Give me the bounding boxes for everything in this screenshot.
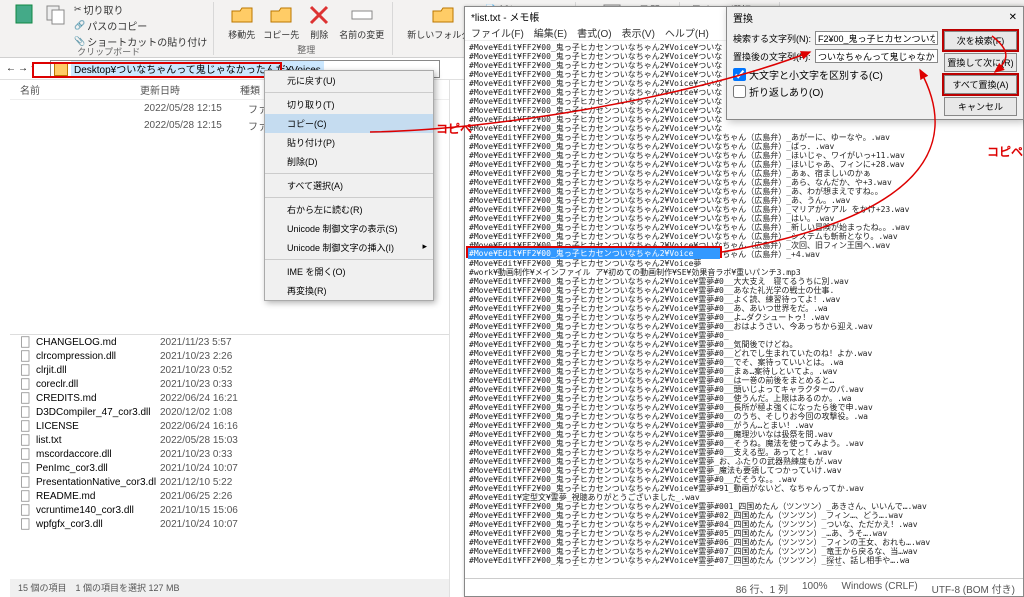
replace-input[interactable] bbox=[815, 49, 938, 63]
menu-edit[interactable]: 編集(E) bbox=[534, 25, 567, 40]
file-row[interactable]: coreclr.dll2021/10/23 0:33 bbox=[10, 377, 449, 391]
file-row[interactable]: README.md2021/06/25 2:26 bbox=[10, 489, 449, 503]
status-eol: Windows (CRLF) bbox=[842, 581, 918, 594]
case-label: 大文字と小文字を区別する(C) bbox=[749, 67, 883, 82]
replace-all-button[interactable]: すべて置換(A) bbox=[944, 75, 1017, 94]
rename-button[interactable]: 名前の変更 bbox=[337, 2, 386, 42]
menu-format[interactable]: 書式(O) bbox=[577, 25, 611, 40]
ctx-delete[interactable]: 削除(D) bbox=[265, 152, 433, 171]
menu-file[interactable]: ファイル(F) bbox=[471, 25, 524, 40]
file-row[interactable]: PenImc_cor3.dll2021/10/24 10:07 bbox=[10, 461, 449, 475]
ctx-rtl[interactable]: 右から左に読む(R) bbox=[265, 200, 433, 219]
status-pos: 86 行、1 列 bbox=[736, 581, 788, 594]
secondary-file-list: CHANGELOG.md2021/11/23 5:57clrcompressio… bbox=[10, 334, 449, 531]
ctx-selall[interactable]: すべて選択(A) bbox=[265, 176, 433, 195]
file-row[interactable]: D3DCompiler_47_cor3.dll2020/12/02 1:08 bbox=[10, 405, 449, 419]
find-next-button[interactable]: 次を検索(F) bbox=[944, 31, 1017, 50]
file-row[interactable]: clrjit.dll2021/10/23 0:52 bbox=[10, 363, 449, 377]
ctx-cut[interactable]: 切り取り(T) bbox=[265, 95, 433, 114]
file-row[interactable]: CHANGELOG.md2021/11/23 5:57 bbox=[10, 335, 449, 349]
ctx-ucc-insert[interactable]: Unicode 制御文字の挿入(I) bbox=[265, 238, 433, 257]
move-to-button[interactable]: 移動先 bbox=[226, 2, 257, 42]
case-checkbox[interactable] bbox=[733, 68, 746, 81]
find-label: 検索する文字列(N): bbox=[733, 32, 811, 45]
menu-help[interactable]: ヘルプ(H) bbox=[665, 25, 709, 40]
menu-view[interactable]: 表示(V) bbox=[622, 25, 655, 40]
status-zoom: 100% bbox=[802, 581, 828, 594]
ctx-paste[interactable]: 貼り付け(P) bbox=[265, 133, 433, 152]
file-row[interactable]: CREDITS.md2022/06/24 16:21 bbox=[10, 391, 449, 405]
ctx-undo[interactable]: 元に戻す(U) bbox=[265, 71, 433, 90]
cancel-button[interactable]: キャンセル bbox=[944, 97, 1017, 116]
col-name[interactable]: 名前 bbox=[20, 82, 140, 97]
status-enc: UTF-8 (BOM 付き) bbox=[932, 581, 1015, 594]
file-row[interactable]: list.txt2022/05/28 15:03 bbox=[10, 433, 449, 447]
replace-dialog: 置換 ✕ 検索する文字列(N): 置換後の文字列(P): 大文字と小文字を区別す… bbox=[726, 6, 1024, 120]
highlighted-text: #Move¥Edit¥FF2¥00_鬼っ子ヒカセンついなちゃん2¥Voice bbox=[468, 248, 720, 259]
ctx-ime[interactable]: IME を開く(O) bbox=[265, 262, 433, 281]
close-icon[interactable]: ✕ bbox=[1009, 12, 1017, 23]
context-menu: 元に戻す(U) 切り取り(T) コピー(C) 貼り付け(P) 削除(D) すべて… bbox=[264, 70, 434, 301]
back-button[interactable]: ← bbox=[6, 63, 16, 74]
find-input[interactable] bbox=[815, 31, 938, 45]
pin-button[interactable] bbox=[10, 2, 38, 28]
file-row[interactable]: LICENSE2022/06/24 16:16 bbox=[10, 419, 449, 433]
wrap-checkbox[interactable] bbox=[733, 85, 746, 98]
copy-button[interactable] bbox=[42, 2, 70, 28]
col-date[interactable]: 更新日時 bbox=[140, 82, 240, 97]
group-label-clipboard: クリップボード bbox=[77, 45, 140, 58]
explorer-status-bar: 15 個の項目 1 個の項目を選択 127 MB bbox=[10, 579, 449, 597]
file-row[interactable]: wpfgfx_cor3.dll2021/10/24 10:07 bbox=[10, 517, 449, 531]
file-row[interactable]: vcruntime140_cor3.dll2021/10/15 15:06 bbox=[10, 503, 449, 517]
ctx-ucc-show[interactable]: Unicode 制御文字の表示(S) bbox=[265, 219, 433, 238]
cut-button[interactable]: ✂ 切り取り bbox=[74, 2, 207, 17]
annotation-highlight-box: #Move¥Edit¥FF2¥00_鬼っ子ヒカセンついなちゃん2¥Voice bbox=[466, 246, 722, 258]
notepad-statusbar: 86 行、1 列 100% Windows (CRLF) UTF-8 (BOM … bbox=[465, 578, 1023, 596]
delete-button[interactable]: 削除 bbox=[305, 2, 333, 42]
ctx-reconvert[interactable]: 再変換(R) bbox=[265, 281, 433, 300]
file-row[interactable]: mscordaccore.dll2021/10/23 0:33 bbox=[10, 447, 449, 461]
ribbon-group-organize: 移動先 コピー先 削除 名前の変更 整理 bbox=[220, 2, 393, 55]
replace-title-text: 置換 bbox=[733, 10, 753, 25]
replace-one-button[interactable]: 置換して次に(R) bbox=[944, 53, 1017, 72]
wrap-label: 折り返しあり(O) bbox=[749, 84, 823, 99]
forward-button[interactable]: → bbox=[18, 63, 28, 74]
nav-tree[interactable] bbox=[0, 80, 10, 597]
file-row[interactable]: clrcompression.dll2021/10/23 2:26 bbox=[10, 349, 449, 363]
ctx-copy[interactable]: コピー(C) bbox=[265, 114, 433, 133]
replace-label: 置換後の文字列(P): bbox=[733, 50, 811, 63]
file-row[interactable]: PresentationNative_cor3.dll2021/12/10 5:… bbox=[10, 475, 449, 489]
group-label-organize: 整理 bbox=[297, 43, 315, 56]
ribbon-group-clipboard: ✂ 切り取り 🔗 パスのコピー 📎 ショートカットの貼り付け クリップボード bbox=[4, 2, 214, 55]
copy-path-button[interactable]: 🔗 パスのコピー bbox=[74, 18, 207, 33]
copy-to-button[interactable]: コピー先 bbox=[261, 2, 301, 42]
annotation-addr-box bbox=[32, 62, 282, 78]
